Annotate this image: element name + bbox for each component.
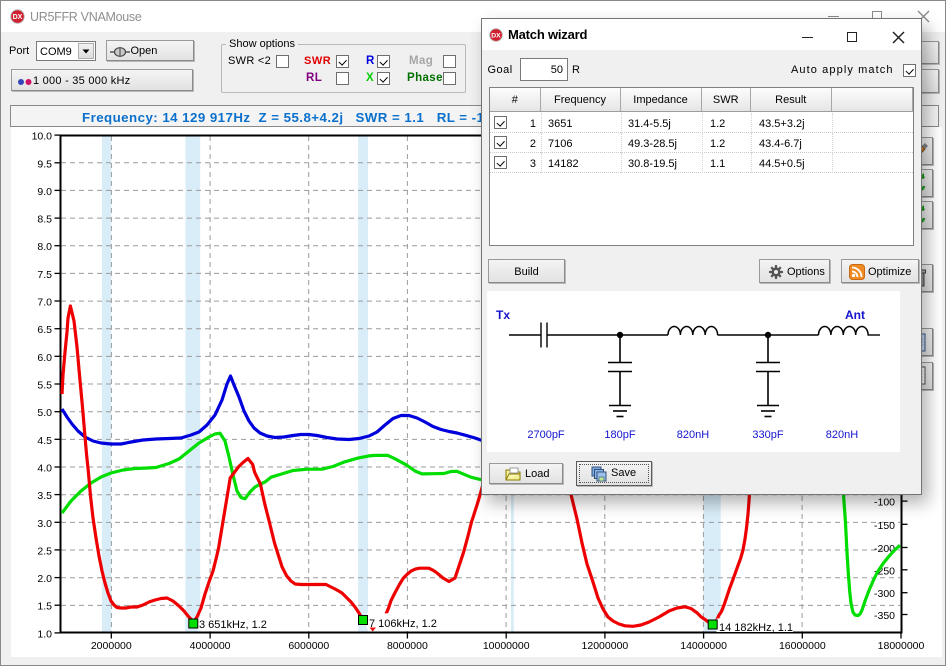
svg-text:7 106kHz, 1.2: 7 106kHz, 1.2 — [369, 618, 437, 630]
svg-text:6000000: 6000000 — [288, 640, 329, 652]
svg-text:6.5: 6.5 — [37, 324, 52, 336]
svg-text:820nH: 820nH — [826, 429, 858, 441]
svg-text:9.0: 9.0 — [37, 186, 52, 198]
svg-text:2.0: 2.0 — [37, 573, 52, 585]
svg-text:7.5: 7.5 — [37, 269, 52, 281]
svg-text:180pF: 180pF — [604, 429, 635, 441]
svg-text:14000000: 14000000 — [680, 640, 727, 652]
svg-text:8.0: 8.0 — [37, 241, 52, 253]
svg-text:Ant: Ant — [845, 308, 865, 322]
svg-text:8.5: 8.5 — [37, 214, 52, 226]
svg-text:10.0: 10.0 — [32, 131, 53, 143]
svg-text:7.0: 7.0 — [37, 297, 52, 309]
svg-text:-150: -150 — [874, 520, 895, 532]
svg-text:14 182kHz, 1.1: 14 182kHz, 1.1 — [719, 622, 793, 634]
svg-text:2000000: 2000000 — [91, 640, 132, 652]
svg-text:4.5: 4.5 — [37, 435, 52, 447]
svg-text:18000000: 18000000 — [878, 640, 925, 652]
svg-text:DX: DX — [491, 33, 501, 40]
svg-text:1.0: 1.0 — [37, 628, 52, 640]
svg-text:3 651kHz, 1.2: 3 651kHz, 1.2 — [199, 619, 267, 631]
svg-text:4.0: 4.0 — [37, 463, 52, 475]
svg-text:3.5: 3.5 — [37, 490, 52, 502]
svg-text:16000000: 16000000 — [779, 640, 826, 652]
svg-text:4000000: 4000000 — [190, 640, 231, 652]
svg-text:330pF: 330pF — [752, 429, 783, 441]
svg-text:3.0: 3.0 — [37, 518, 52, 530]
svg-text:10000000: 10000000 — [483, 640, 530, 652]
svg-text:6.0: 6.0 — [37, 352, 52, 364]
svg-text:-100: -100 — [874, 497, 895, 509]
svg-text:2700pF: 2700pF — [527, 429, 565, 441]
svg-text:Tx: Tx — [496, 308, 510, 322]
svg-text:5.5: 5.5 — [37, 380, 52, 392]
svg-text:1.5: 1.5 — [37, 601, 52, 613]
svg-text:2.5: 2.5 — [37, 545, 52, 557]
svg-text:12000000: 12000000 — [582, 640, 629, 652]
svg-text:8000000: 8000000 — [387, 640, 428, 652]
svg-text:-350: -350 — [874, 610, 895, 622]
svg-text:820nH: 820nH — [677, 429, 709, 441]
svg-text:9.5: 9.5 — [37, 158, 52, 170]
svg-text:5.0: 5.0 — [37, 407, 52, 419]
svg-text:-300: -300 — [874, 588, 895, 600]
